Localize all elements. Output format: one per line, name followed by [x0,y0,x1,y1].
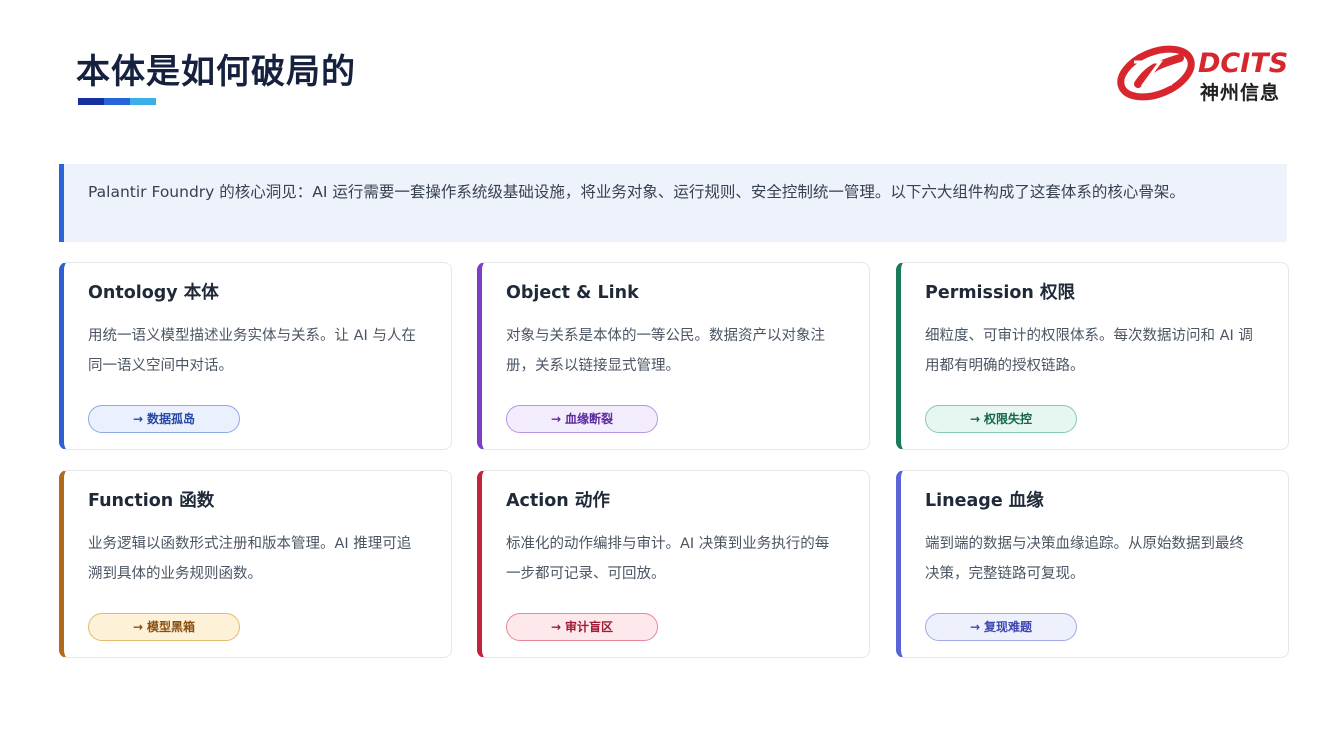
logo-subtitle: 神州信息 [1200,82,1281,104]
card-title: Ontology 本体 [88,283,219,303]
problem-tag-label: 血缘断裂 [565,412,614,426]
arrow-right-icon: → [969,412,981,426]
component-card: Object & Link 对象与关系是本体的一等公民。数据资产以对象注册，关系以… [477,262,870,450]
component-card: Lineage 血缘端到端的数据与决策血缘追踪。从原始数据到最终决策，完整链路可… [896,470,1289,658]
problem-tag: → 模型黑箱 [88,613,240,641]
card-title: Lineage 血缘 [925,491,1044,511]
card-description: 对象与关系是本体的一等公民。数据资产以对象注册，关系以链接显式管理。 [506,328,825,374]
card-description: 业务逻辑以函数形式注册和版本管理。AI 推理可追溯到具体的业务规则函数。 [88,536,412,582]
card-title: Action 动作 [506,491,610,511]
problem-tag-label: 复现难题 [984,620,1033,634]
title-accent-bar [78,98,156,105]
problem-tag: → 权限失控 [925,405,1077,433]
problem-tag-label: 模型黑箱 [147,620,196,634]
arrow-right-icon: → [550,412,562,426]
logo-wordmark: DCITS [1198,48,1289,79]
problem-tag-label: 审计盲区 [565,620,614,634]
title-bar-segment [78,98,104,105]
title-bar-segment [130,98,156,105]
card-title: Object & Link [506,283,639,303]
card-description: 用统一语义模型描述业务实体与关系。让 AI 与人在同一语义空间中对话。 [88,328,416,374]
intro-callout: Palantir Foundry 的核心洞见：AI 运行需要一套操作系统级基础设… [59,164,1287,242]
arrow-right-icon: → [132,620,144,634]
card-title: Permission 权限 [925,283,1075,303]
company-logo: DCITS 神州信息 [1114,40,1310,104]
component-card: Ontology 本体用统一语义模型描述业务实体与关系。让 AI 与人在同一语义… [59,262,452,450]
page-title: 本体是如何破局的 [76,52,356,92]
arrow-right-icon: → [550,620,562,634]
arrow-right-icon: → [969,620,981,634]
problem-tag-label: 数据孤岛 [147,412,196,426]
card-description: 端到端的数据与决策血缘追踪。从原始数据到最终决策，完整链路可复现。 [925,536,1244,582]
component-card: Function 函数业务逻辑以函数形式注册和版本管理。AI 推理可追溯到具体的… [59,470,452,658]
problem-tag: → 复现难题 [925,613,1077,641]
problem-tag: → 审计盲区 [506,613,658,641]
problem-tag: → 数据孤岛 [88,405,240,433]
title-bar-segment [104,98,130,105]
dcits-logo-icon [1117,45,1195,101]
arrow-right-icon: → [132,412,144,426]
problem-tag: → 血缘断裂 [506,405,658,433]
component-card: Action 动作标准化的动作编排与审计。AI 决策到业务执行的每一步都可记录、… [477,470,870,658]
card-description: 细粒度、可审计的权限体系。每次数据访问和 AI 调用都有明确的授权链路。 [925,328,1253,374]
card-title: Function 函数 [88,491,215,511]
card-description: 标准化的动作编排与审计。AI 决策到业务执行的每一步都可记录、可回放。 [506,536,830,582]
problem-tag-label: 权限失控 [984,412,1033,426]
component-card: Permission 权限细粒度、可审计的权限体系。每次数据访问和 AI 调用都… [896,262,1289,450]
